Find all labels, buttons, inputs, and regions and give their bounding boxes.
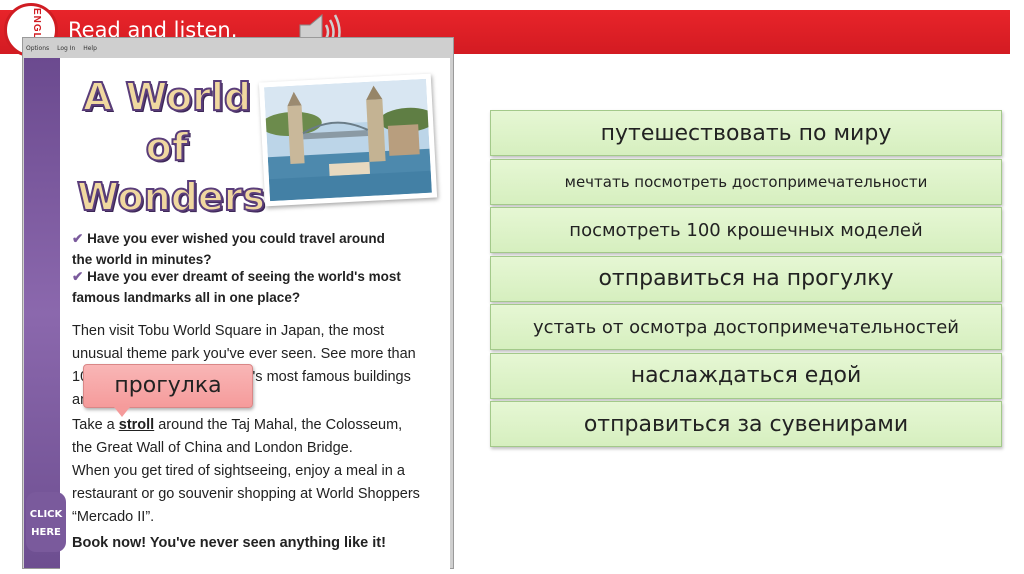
- paragraph-3: When you get tired of sightseeing, enjoy…: [72, 463, 420, 525]
- question-1: ✔ Have you ever wished you could travel …: [72, 228, 402, 270]
- phrase-box[interactable]: устать от осмотра достопримечательностей: [490, 304, 1002, 350]
- book-now-text: Book now! You've never seen anything lik…: [72, 535, 386, 551]
- translation-callout: прогулка: [83, 364, 253, 417]
- menu-item[interactable]: Log In: [57, 45, 75, 52]
- book-title: A World of Wonders: [76, 72, 266, 222]
- click-here-label: CLICK HERE: [29, 509, 63, 538]
- book-title-line: A World: [82, 74, 252, 120]
- phrase-box[interactable]: посмотреть 100 крошечных моделей: [490, 207, 1002, 253]
- phrase-box[interactable]: путешествовать по миру: [490, 110, 1002, 156]
- stroll-word[interactable]: stroll: [119, 417, 154, 433]
- check-icon: ✔: [72, 231, 84, 246]
- menu-item[interactable]: Options: [26, 45, 49, 52]
- book-title-line: Wonders: [76, 174, 266, 220]
- phrase-box[interactable]: отправиться за сувенирами: [490, 401, 1002, 447]
- paragraph-text: Take a: [72, 417, 119, 433]
- check-icon: ✔: [72, 269, 84, 284]
- paragraph-2: Take a stroll around the Taj Mahal, the …: [72, 414, 422, 460]
- menu-item[interactable]: Help: [83, 45, 97, 52]
- question-2: ✔ Have you ever dreamt of seeing the wor…: [72, 266, 402, 308]
- question-text: Have you ever dreamt of seeing the world…: [72, 269, 401, 305]
- question-text: Have you ever wished you could travel ar…: [72, 231, 385, 267]
- phrase-list: путешествовать по миру мечтать посмотрет…: [490, 110, 1002, 450]
- phrase-box[interactable]: отправиться на прогулку: [490, 255, 1002, 302]
- landmarks-photo: [258, 73, 438, 207]
- phrase-box[interactable]: мечтать посмотреть достопримечательности: [490, 158, 1002, 205]
- phrase-box[interactable]: наслаждаться едой: [490, 352, 1002, 399]
- book-title-line: of: [145, 124, 190, 170]
- click-here-button[interactable]: CLICK HERE: [26, 492, 66, 552]
- book-menu: Options Log In Help: [26, 45, 156, 57]
